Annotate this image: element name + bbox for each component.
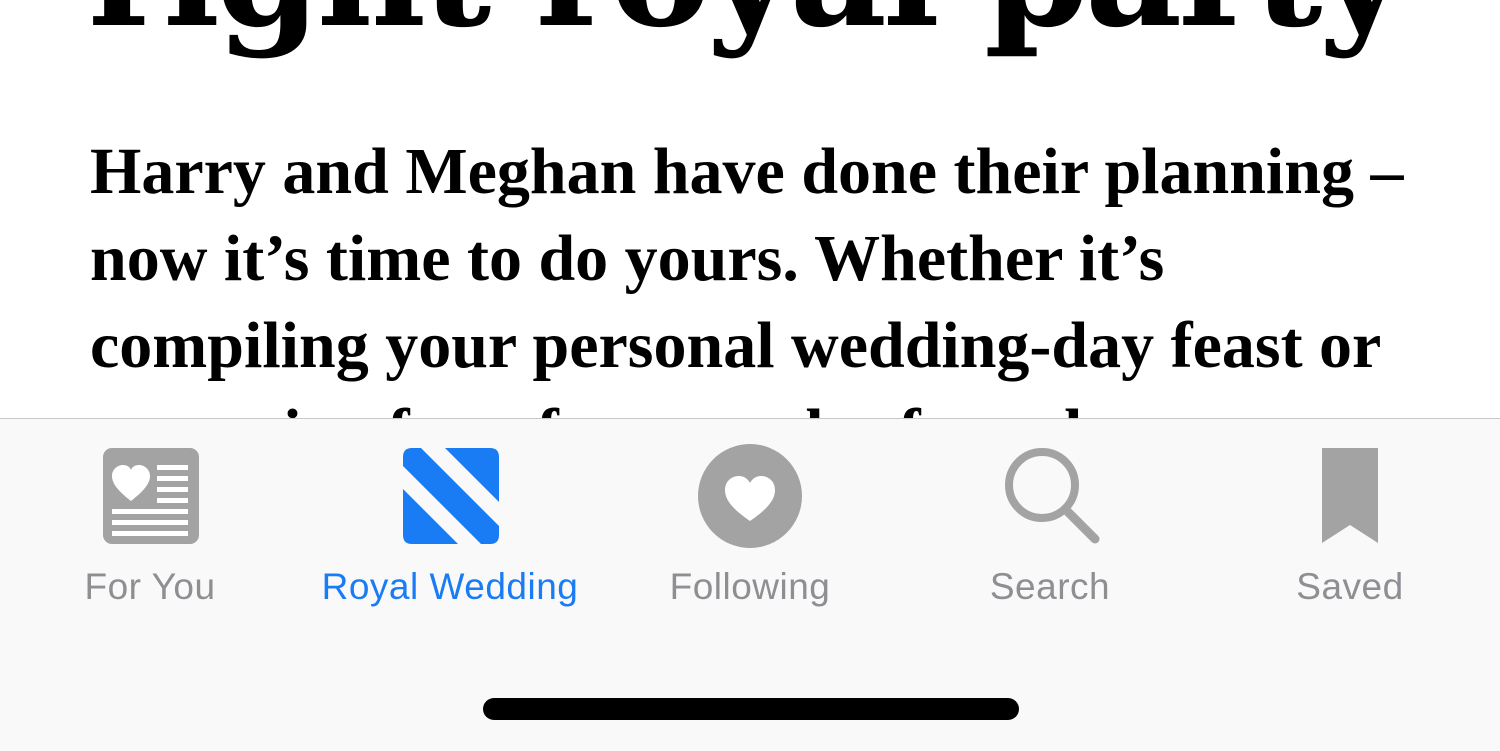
apple-news-icon xyxy=(395,443,505,553)
tab-label-saved: Saved xyxy=(1296,566,1404,607)
tab-label-for-you: For You xyxy=(84,566,216,607)
tab-label-search: Search xyxy=(989,566,1111,607)
news-app-screen: right royal party Harry and Meghan have … xyxy=(0,0,1500,751)
tab-label-royal-wedding: Royal Wedding xyxy=(321,566,579,607)
search-icon xyxy=(995,443,1105,553)
news-today-icon xyxy=(95,443,205,553)
tab-following[interactable]: Following xyxy=(600,443,900,623)
heart-circle-icon xyxy=(695,443,805,553)
article-headline: right royal party xyxy=(88,0,1406,58)
tab-search[interactable]: Search xyxy=(900,443,1200,623)
home-indicator[interactable] xyxy=(483,698,1019,720)
article-dek: Harry and Meghan have done their plannin… xyxy=(90,135,1404,420)
tab-saved[interactable]: Saved xyxy=(1200,443,1500,623)
bookmark-icon xyxy=(1295,443,1405,553)
tab-for-you[interactable]: For You xyxy=(0,443,300,623)
tab-label-following: Following xyxy=(669,566,831,607)
tab-royal-wedding[interactable]: Royal Wedding xyxy=(300,443,600,623)
article-content[interactable]: right royal party Harry and Meghan have … xyxy=(0,0,1500,420)
